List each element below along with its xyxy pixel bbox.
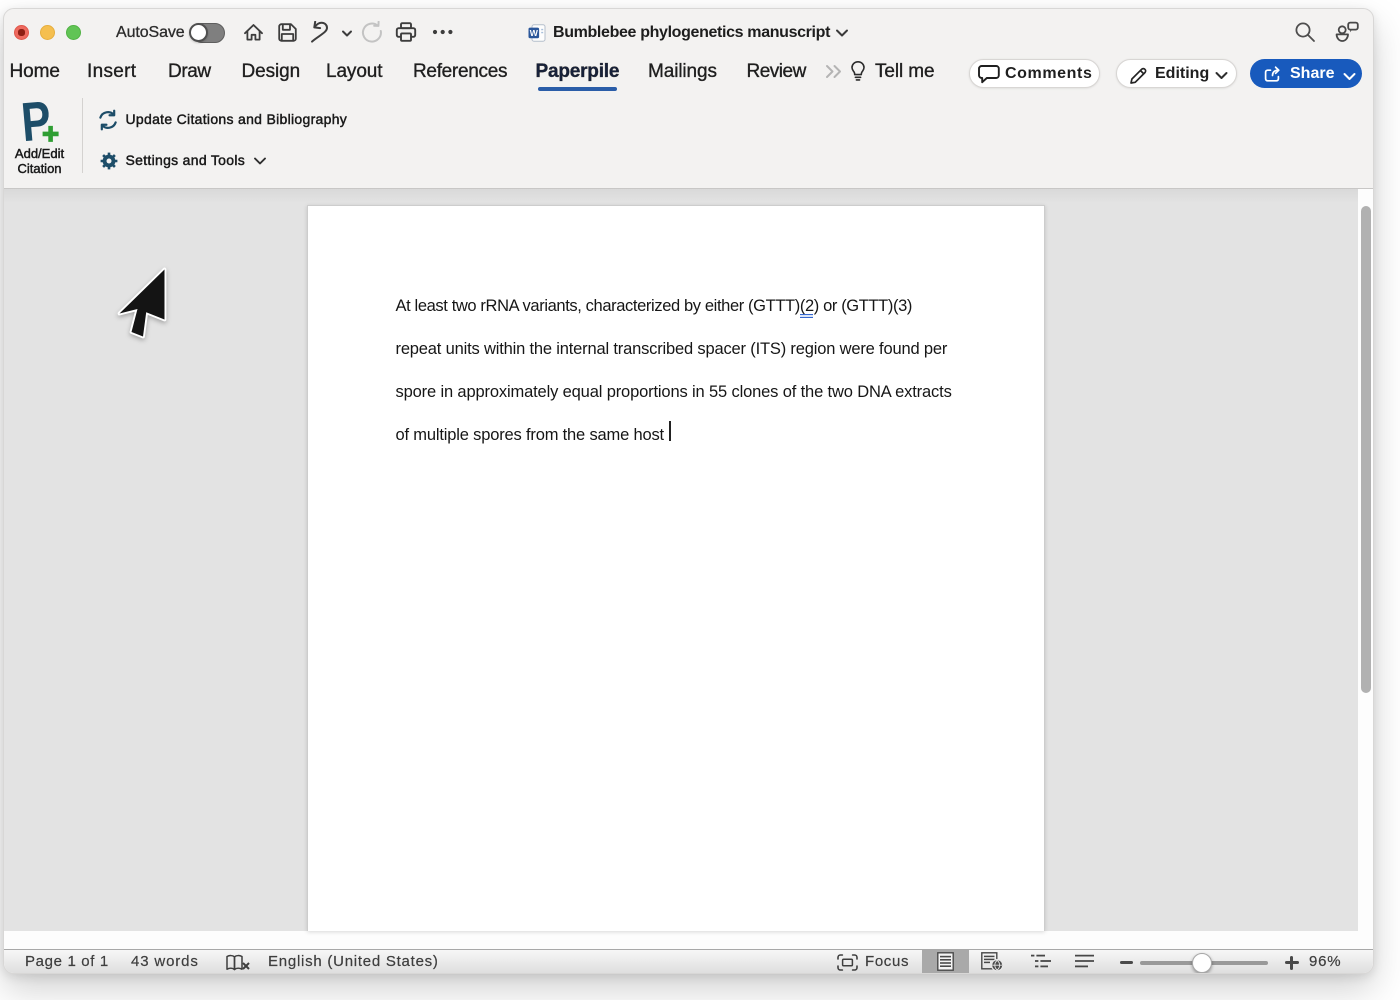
svg-text:W: W: [530, 28, 539, 38]
